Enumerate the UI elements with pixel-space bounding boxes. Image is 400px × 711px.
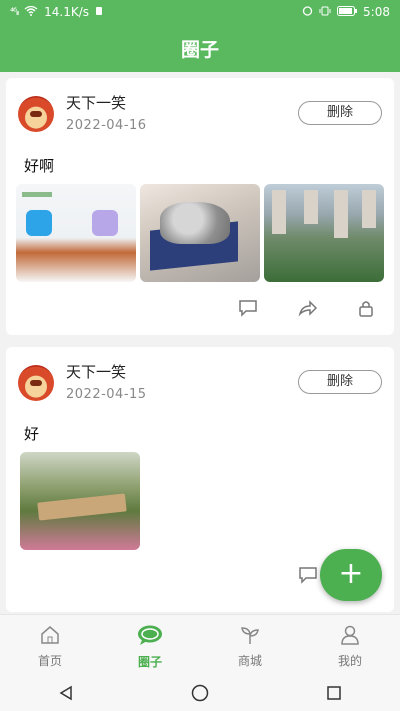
tab-home[interactable]: 首页: [0, 615, 100, 679]
notification-icon: [95, 5, 103, 19]
status-bar: ⁴⁶ᵢₗₗ 14.1K/s 5:08: [0, 0, 400, 24]
delete-button[interactable]: 删除: [298, 101, 382, 125]
chat-bubble-icon: [136, 624, 164, 649]
post-content: 好: [24, 425, 40, 443]
add-post-button[interactable]: +: [320, 549, 382, 601]
clock-time: 5:08: [363, 5, 390, 19]
tab-profile[interactable]: 我的: [300, 615, 400, 679]
username[interactable]: 天下一笑: [66, 361, 126, 382]
avatar[interactable]: [18, 96, 54, 132]
post-photo[interactable]: [264, 184, 384, 282]
app-bar: 圈子: [0, 24, 400, 72]
post-photo[interactable]: [20, 452, 140, 550]
alarm-icon: [302, 5, 313, 19]
share-icon[interactable]: [298, 299, 318, 317]
comment-icon[interactable]: [238, 299, 258, 317]
post-content: 好啊: [24, 157, 55, 175]
wifi-icon: [24, 5, 38, 19]
home-icon: [39, 625, 61, 648]
post-feed: 天下一笑 2022-04-16 删除 好啊 天下一笑 2022-04-15 删除…: [6, 78, 394, 624]
post-card: 天下一笑 2022-04-16 删除 好啊: [6, 78, 394, 335]
avatar[interactable]: [18, 365, 54, 401]
battery-icon: [337, 5, 358, 19]
post-date: 2022-04-16: [66, 118, 147, 133]
tab-label: 我的: [337, 654, 362, 668]
post-photo[interactable]: [140, 184, 260, 282]
tab-label: 首页: [37, 654, 62, 668]
network-speed: 14.1K/s: [44, 5, 90, 19]
username[interactable]: 天下一笑: [66, 92, 126, 113]
signal-icon: ⁴⁶ᵢₗₗ: [10, 6, 19, 18]
tab-label: 商城: [237, 654, 262, 668]
page-title: 圈子: [180, 38, 219, 61]
home-nav-icon[interactable]: [191, 684, 209, 706]
sprout-icon: [239, 625, 261, 648]
person-icon: [339, 625, 361, 648]
vibrate-icon: [319, 5, 331, 19]
post-photo[interactable]: [16, 184, 136, 282]
tab-label: 圈子: [137, 655, 162, 669]
lock-icon[interactable]: [358, 299, 374, 317]
tab-circle[interactable]: 圈子: [100, 615, 200, 679]
bottom-tab-bar: 首页 圈子 商城 我的: [0, 614, 400, 679]
comment-icon[interactable]: [298, 566, 318, 588]
system-nav-bar: [0, 678, 400, 711]
tab-shop[interactable]: 商城: [200, 615, 300, 679]
post-date: 2022-04-15: [66, 387, 147, 402]
back-icon[interactable]: [58, 685, 74, 705]
delete-button[interactable]: 删除: [298, 370, 382, 394]
recents-icon[interactable]: [326, 685, 342, 705]
post-actions: [238, 299, 374, 317]
